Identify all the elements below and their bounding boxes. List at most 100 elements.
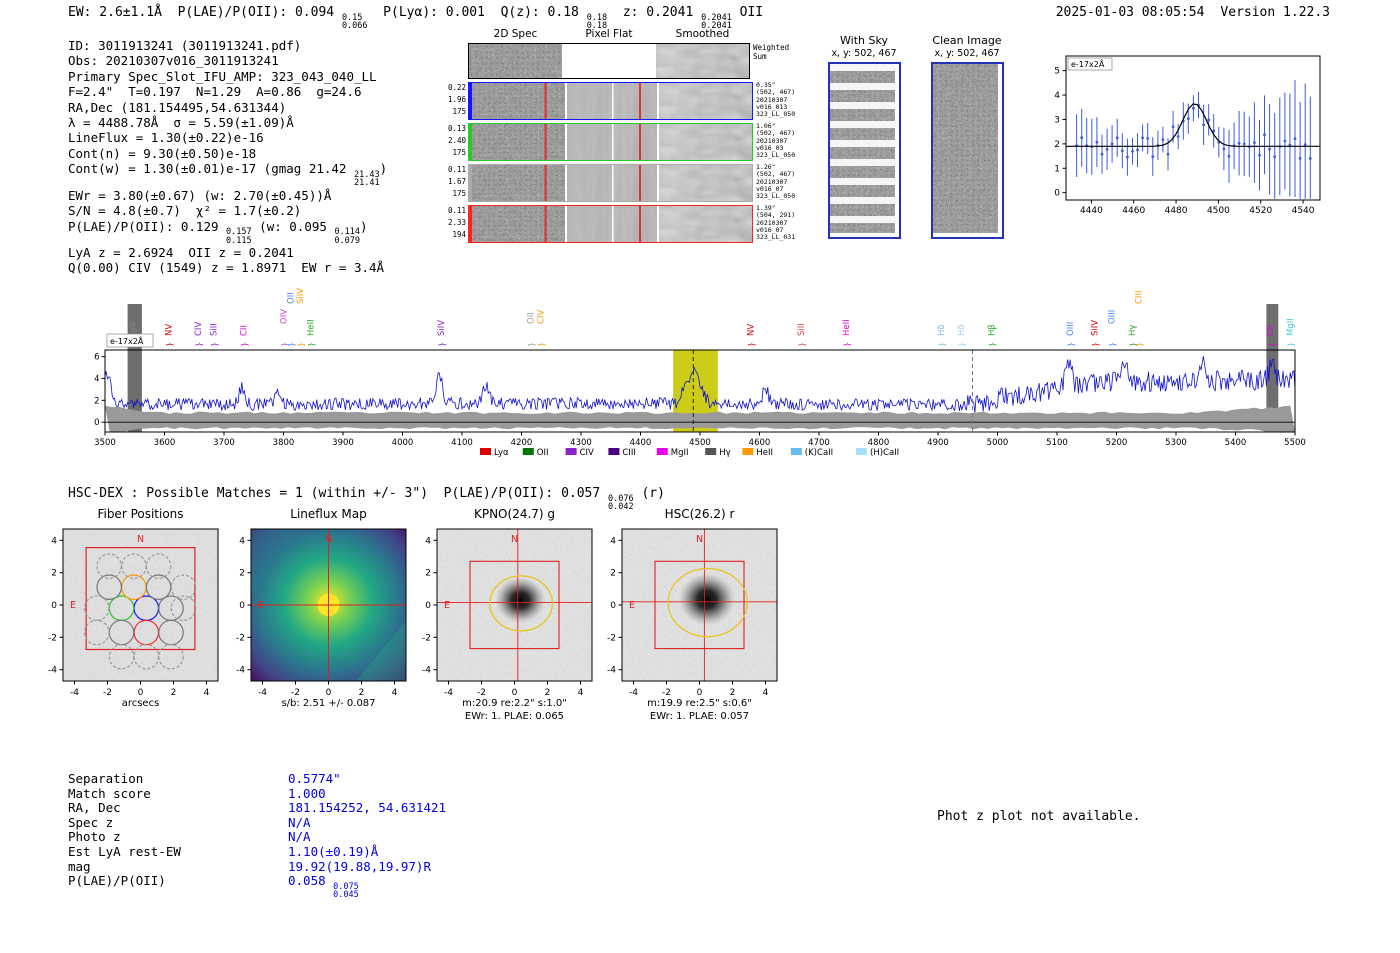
match-table-label: Separation	[68, 772, 288, 787]
svg-text:4520: 4520	[1249, 206, 1272, 216]
svg-text:OIII: OIII	[1108, 310, 1118, 324]
svg-text:CIV: CIV	[194, 322, 204, 336]
kpno-caption-2: EWr: 1. PLAE: 0.065	[422, 711, 607, 722]
svg-text:SiIV: SiIV	[296, 288, 306, 304]
svg-text:-2: -2	[291, 688, 300, 696]
svg-text:4480: 4480	[1165, 206, 1188, 216]
svg-text:}: }	[988, 342, 997, 347]
col-title-pixelflat: Pixel Flat	[563, 28, 655, 40]
svg-text:3800: 3800	[273, 438, 295, 448]
svg-text:2: 2	[359, 688, 365, 696]
svg-text:E: E	[629, 600, 635, 611]
svg-text:Hγ: Hγ	[1128, 325, 1138, 336]
col-title-smoothed: Smoothed	[655, 28, 750, 40]
svg-text:CIII: CIII	[1135, 291, 1145, 304]
spec2d-column-titles: 2D Spec Pixel Flat Smoothed	[468, 28, 826, 40]
photz-note: Phot z plot not available.	[937, 809, 1141, 824]
svg-text:0: 0	[239, 601, 245, 611]
match-table-value: N/A	[288, 816, 311, 831]
svg-text:NV: NV	[165, 324, 175, 336]
spec2d-panel: 2D Spec Pixel Flat Smoothed WeightedSum …	[446, 28, 826, 246]
svg-text:-4: -4	[48, 666, 57, 676]
svg-text:3700: 3700	[213, 438, 235, 448]
svg-text:4: 4	[578, 688, 584, 696]
match-table-row: Spec zN/A	[68, 816, 446, 831]
svg-text:4: 4	[763, 688, 769, 696]
svg-text:4540: 4540	[1292, 206, 1315, 216]
svg-text:0: 0	[610, 601, 616, 611]
svg-text:}: }	[1108, 342, 1117, 347]
clean-image-title: Clean Image	[927, 34, 1007, 47]
info-line: RA,Dec (181.154495,54.631344)	[68, 100, 387, 115]
match-table-label: Spec z	[68, 816, 288, 831]
svg-text:5200: 5200	[1106, 438, 1128, 448]
svg-text:0: 0	[326, 688, 332, 696]
lineflux-caption: s/b: 2.51 +/- 0.087	[236, 698, 421, 709]
svg-text:Hδ: Hδ	[957, 324, 967, 336]
svg-text:5100: 5100	[1046, 438, 1068, 448]
match-table-label: mag	[68, 860, 288, 875]
match-table-value: 1.000	[288, 787, 326, 802]
with-sky-image	[828, 62, 901, 239]
match-table-label: Match score	[68, 787, 288, 802]
svg-text:5500: 5500	[1284, 438, 1306, 448]
svg-text:SiII: SiII	[209, 323, 219, 336]
svg-text:}: }	[287, 342, 296, 347]
svg-text:OII: OII	[526, 312, 536, 324]
info-line: LyA z = 2.6924 OII z = 0.2041	[68, 245, 387, 260]
svg-text:0: 0	[512, 688, 518, 696]
match-table-row: Est LyA rest-EW1.10(±0.19)Å	[68, 845, 446, 860]
svg-text:}: }	[527, 342, 536, 347]
svg-text:OIII: OIII	[1066, 322, 1076, 336]
info-line: ID: 3011913241 (3011913241.pdf)	[68, 38, 387, 53]
col-title-2dspec: 2D Spec	[468, 28, 563, 40]
svg-text:Hδ: Hδ	[937, 324, 947, 336]
svg-text:SiII: SiII	[797, 323, 807, 336]
svg-text:e-17x2Å: e-17x2Å	[1071, 58, 1105, 69]
svg-text:-2: -2	[662, 688, 671, 696]
svg-text:}: }	[958, 342, 967, 347]
svg-text:-4: -4	[422, 666, 431, 676]
clean-image-image	[931, 62, 1004, 239]
match-table-row: Photo zN/A	[68, 830, 446, 845]
match-table-label: Est LyA rest-EW	[68, 845, 288, 860]
svg-text:OIV: OIV	[280, 309, 290, 324]
svg-text:HeII: HeII	[306, 319, 316, 336]
svg-text:N: N	[511, 534, 518, 545]
svg-text:}: }	[537, 342, 546, 347]
svg-text:0: 0	[425, 601, 431, 611]
svg-text:0: 0	[51, 601, 57, 611]
svg-text:MgII: MgII	[1286, 318, 1296, 336]
svg-text:0: 0	[697, 688, 703, 696]
svg-text:4000: 4000	[392, 438, 414, 448]
svg-text:3: 3	[1054, 115, 1060, 125]
hsc-cutout-plot: NE-4-4-2-2002244	[597, 524, 802, 700]
svg-text:2: 2	[730, 688, 736, 696]
svg-text:-4: -4	[444, 688, 453, 696]
svg-text:2: 2	[1054, 140, 1060, 150]
svg-text:2: 2	[51, 569, 57, 579]
svg-text:E: E	[444, 600, 450, 611]
svg-text:5: 5	[1054, 67, 1060, 77]
svg-text:HeII: HeII	[756, 448, 773, 458]
svg-text:2: 2	[425, 569, 431, 579]
svg-text:MgII: MgII	[671, 448, 689, 458]
info-line: λ = 4488.78Å σ = 5.59(±1.09)Å	[68, 115, 387, 130]
svg-text:N: N	[325, 534, 332, 545]
match-table-value: 0.5774"	[288, 772, 341, 787]
svg-text:-4: -4	[236, 666, 245, 676]
svg-text:-2: -2	[236, 633, 245, 643]
match-table-value: 181.154252, 54.631421	[288, 801, 446, 816]
svg-text:4: 4	[94, 374, 99, 384]
match-table-row: Separation0.5774"	[68, 772, 446, 787]
match-table-row: RA, Dec181.154252, 54.631421	[68, 801, 446, 816]
hsc-caption-1: m:19.9 re:2.5" s:0.6"	[607, 698, 792, 709]
svg-text:3600: 3600	[154, 438, 176, 448]
svg-text:(K)CaII: (K)CaII	[805, 448, 833, 458]
info-line: Obs: 20210307v016_3011913241	[68, 53, 387, 68]
svg-text:4: 4	[1054, 91, 1060, 101]
full-spectrum-chart: 3500360037003800390040004100420043004400…	[90, 276, 1310, 470]
svg-text:CII: CII	[240, 325, 250, 336]
svg-text:CII: CII	[1266, 325, 1276, 336]
spec2d-row: 0.132.401751.06"(502, 467)20210307v016_0…	[446, 123, 826, 161]
